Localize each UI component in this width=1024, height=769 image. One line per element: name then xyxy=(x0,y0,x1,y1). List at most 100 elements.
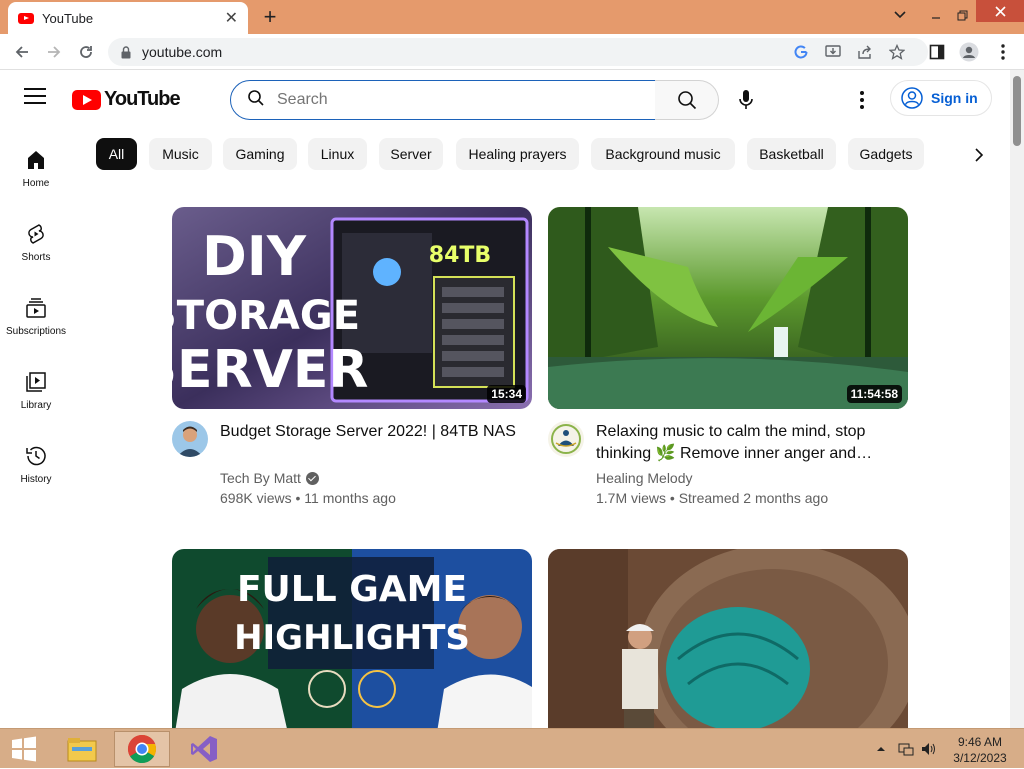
chip-music[interactable]: Music xyxy=(149,138,212,170)
search-input[interactable] xyxy=(277,91,637,109)
guide-label: Home xyxy=(22,178,50,189)
thumb-text-server: SERVER xyxy=(172,340,368,400)
browser-toolbar: youtube.com xyxy=(0,34,1024,70)
shorts-icon xyxy=(28,224,44,244)
video-thumbnail[interactable]: DIY STORAGE SERVER 84TB 15:34 xyxy=(172,207,532,409)
chip-all[interactable]: All xyxy=(96,138,137,170)
chip-gadgets[interactable]: Gadgets xyxy=(848,138,924,170)
close-window-button[interactable] xyxy=(976,0,1024,22)
guide-label: Subscriptions xyxy=(5,326,67,337)
scrollbar-thumb[interactable] xyxy=(1013,76,1021,146)
back-button[interactable] xyxy=(10,40,34,64)
voice-search-button[interactable] xyxy=(732,86,760,114)
guide-item-subscriptions[interactable]: Subscriptions xyxy=(0,276,72,346)
settings-kebab-icon[interactable] xyxy=(852,88,872,112)
volume-icon[interactable] xyxy=(920,729,938,769)
channel-name[interactable]: Healing Melody xyxy=(596,470,693,486)
video-card[interactable]: 11:54:58 Relaxing music to calm the mind… xyxy=(548,207,908,507)
guide-item-home[interactable]: Home xyxy=(0,128,72,198)
video-card[interactable] xyxy=(548,549,908,728)
verified-badge-icon xyxy=(305,471,319,485)
channel-avatar[interactable] xyxy=(172,421,208,457)
browser-titlebar: YouTube ✕ + xyxy=(0,0,1024,34)
thumb-text-storage: STORAGE xyxy=(172,293,360,339)
youtube-favicon-icon xyxy=(18,12,34,24)
clock-date: 3/12/2023 xyxy=(953,751,1007,765)
taskbar-visual-studio[interactable] xyxy=(176,731,232,767)
guide-item-shorts[interactable]: Shorts xyxy=(0,202,72,272)
video-duration: 11:54:58 xyxy=(846,385,902,403)
video-metadata: 1.7M views • Streamed 2 months ago xyxy=(596,490,829,506)
channel-name[interactable]: Tech By Matt xyxy=(220,470,301,486)
youtube-header: YouTube Sign in xyxy=(0,70,1010,128)
search-button-icon xyxy=(677,91,696,110)
sign-in-button[interactable]: Sign in xyxy=(890,80,992,116)
guide-label: Library xyxy=(20,400,52,411)
tray-chevron-icon[interactable] xyxy=(876,729,886,769)
browser-menu-icon[interactable] xyxy=(992,41,1014,63)
chip-linux[interactable]: Linux xyxy=(308,138,367,170)
channel-avatar[interactable] xyxy=(548,421,584,457)
logo-text: YouTube xyxy=(104,88,181,110)
search-box[interactable] xyxy=(230,80,656,120)
tab-search-icon[interactable] xyxy=(886,0,914,30)
video-thumbnail[interactable] xyxy=(548,549,908,728)
network-icon[interactable] xyxy=(898,729,914,769)
channel-name-row[interactable]: Healing Melody xyxy=(596,470,693,486)
search-button[interactable] xyxy=(655,80,719,120)
youtube-logo[interactable]: YouTube xyxy=(72,88,181,111)
video-title[interactable]: Budget Storage Server 2022! | 84TB NAS xyxy=(220,421,520,443)
side-panel-icon[interactable] xyxy=(926,41,948,63)
thumb-text-highlights: HIGHLIGHTS xyxy=(234,618,470,658)
reload-button[interactable] xyxy=(74,40,98,64)
lock-icon[interactable] xyxy=(120,46,132,59)
account-circle-icon xyxy=(901,87,923,109)
video-duration: 15:34 xyxy=(487,385,526,403)
video-title[interactable]: Relaxing music to calm the mind, stop th… xyxy=(596,421,896,465)
minimize-button[interactable] xyxy=(922,0,950,30)
chips-bar: All Music Gaming Linux Server Healing pr… xyxy=(96,138,1016,172)
channel-name-row[interactable]: Tech By Matt xyxy=(220,470,319,486)
browser-tab[interactable]: YouTube ✕ xyxy=(8,2,248,34)
guide-menu-icon[interactable] xyxy=(24,88,46,108)
bookmark-star-icon[interactable] xyxy=(886,41,908,63)
chip-basketball[interactable]: Basketball xyxy=(747,138,836,170)
video-thumbnail[interactable]: FULL GAME HIGHLIGHTS xyxy=(172,549,532,728)
guide-item-library[interactable]: Library xyxy=(0,350,72,420)
install-app-icon[interactable] xyxy=(822,41,844,63)
chrome-icon xyxy=(127,734,156,764)
guide-item-history[interactable]: History xyxy=(0,424,72,494)
clock-time: 9:46 AM xyxy=(957,735,1003,749)
sign-in-label: Sign in xyxy=(931,90,978,106)
home-icon xyxy=(28,151,44,169)
video-thumbnail[interactable]: 11:54:58 xyxy=(548,207,908,409)
taskbar-clock[interactable]: 9:46 AM 3/12/2023 xyxy=(946,734,1014,766)
share-icon[interactable] xyxy=(854,41,876,63)
chip-healing-prayers[interactable]: Healing prayers xyxy=(456,138,579,170)
chip-gaming[interactable]: Gaming xyxy=(223,138,297,170)
chips-next-arrow-icon[interactable] xyxy=(968,144,990,166)
new-tab-button[interactable]: + xyxy=(258,4,282,30)
taskbar-file-explorer[interactable] xyxy=(54,731,110,767)
chip-server[interactable]: Server xyxy=(379,138,443,170)
history-icon xyxy=(26,446,46,466)
start-button[interactable] xyxy=(0,731,48,767)
chip-background-music[interactable]: Background music xyxy=(591,138,735,170)
taskbar-chrome[interactable] xyxy=(114,731,170,767)
tab-title: YouTube xyxy=(42,10,94,26)
google-lens-icon[interactable] xyxy=(790,41,812,63)
url-text: youtube.com xyxy=(142,44,223,60)
forward-button[interactable] xyxy=(42,40,66,64)
video-card[interactable]: DIY STORAGE SERVER 84TB 15:34 Budget Sto… xyxy=(172,207,532,507)
subscriptions-icon xyxy=(26,298,46,318)
search-icon xyxy=(247,89,265,112)
thumb-text-full-game: FULL GAME xyxy=(237,569,467,610)
page-scrollbar[interactable] xyxy=(1010,70,1024,728)
profile-avatar-icon[interactable] xyxy=(958,41,980,63)
visual-studio-icon xyxy=(191,736,217,762)
file-explorer-icon xyxy=(67,738,97,762)
restore-button[interactable] xyxy=(950,0,974,30)
video-card[interactable]: FULL GAME HIGHLIGHTS xyxy=(172,549,532,728)
guide-label: Shorts xyxy=(21,252,51,263)
tab-close-icon[interactable]: ✕ xyxy=(225,8,238,28)
